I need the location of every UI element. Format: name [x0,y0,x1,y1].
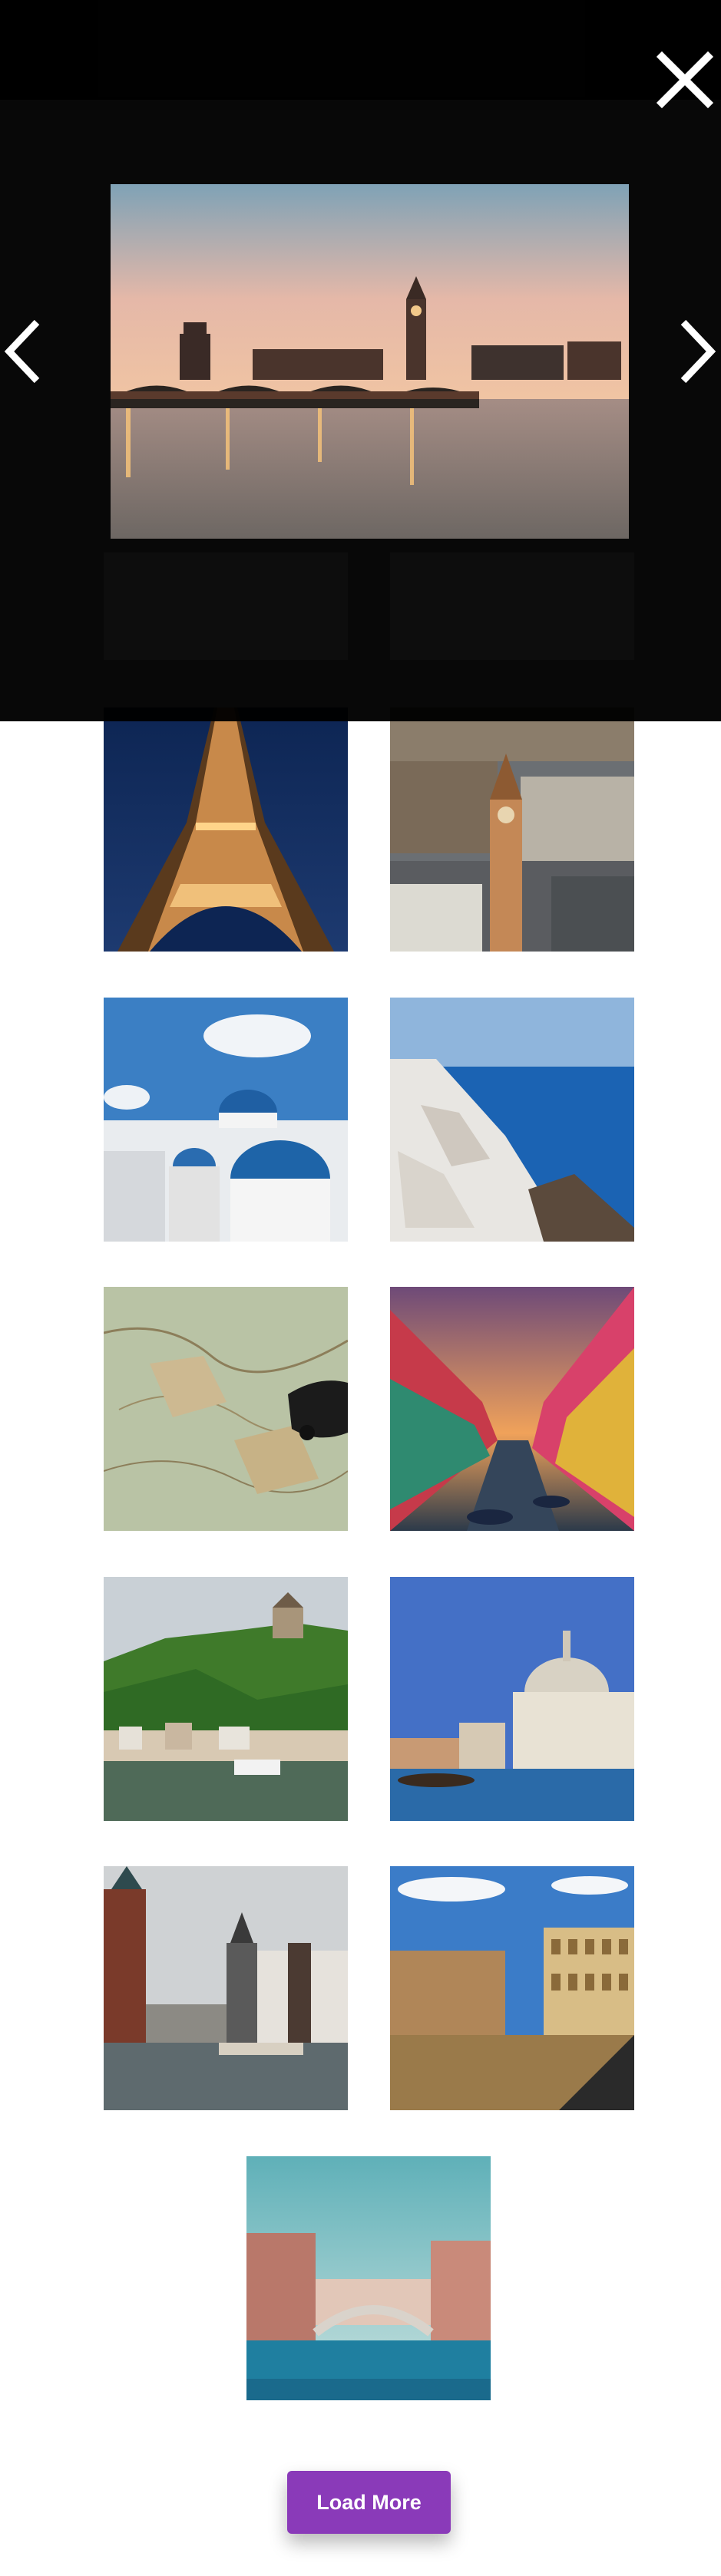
eiffel-tower-image [104,707,348,952]
gallery-item-london-big-ben[interactable] [390,707,634,952]
london-big-ben-image [390,707,634,952]
venice-rialto-image [246,2156,491,2400]
gallery-item-rome-colosseum[interactable] [390,1866,634,2110]
gallery-item-vintage-map[interactable] [104,1287,348,1531]
chevron-left-icon[interactable] [0,313,46,390]
close-icon[interactable] [654,49,716,110]
santorini-domes-image [104,998,348,1242]
load-more-button[interactable]: Load More [287,2471,451,2534]
gallery-item-amsterdam-canal[interactable] [104,1866,348,2110]
gallery-item-venice-salute[interactable] [390,1577,634,1821]
burano-canal-image [390,1287,634,1531]
gallery-item-santorini-domes[interactable] [104,998,348,1242]
lightbox-backdrop-tile [390,552,634,660]
gallery-item-venice-rialto[interactable] [246,2156,491,2400]
amsterdam-canal-image [104,1866,348,2110]
chevron-right-icon[interactable] [674,313,720,390]
vintage-map-image [104,1287,348,1531]
lightbox-image [111,184,629,539]
rome-colosseum-image [390,1866,634,2110]
london-westminster-image [111,184,629,539]
gallery-item-santorini-cliffs[interactable] [390,998,634,1242]
cochem-castle-image [104,1577,348,1821]
gallery-item-eiffel-tower[interactable] [104,707,348,952]
lightbox-overlay [0,0,721,721]
gallery-item-burano-canal[interactable] [390,1287,634,1531]
lightbox-backdrop-tile [104,552,348,660]
santorini-cliffs-image [390,998,634,1242]
venice-salute-image [390,1577,634,1821]
gallery-item-cochem-castle[interactable] [104,1577,348,1821]
